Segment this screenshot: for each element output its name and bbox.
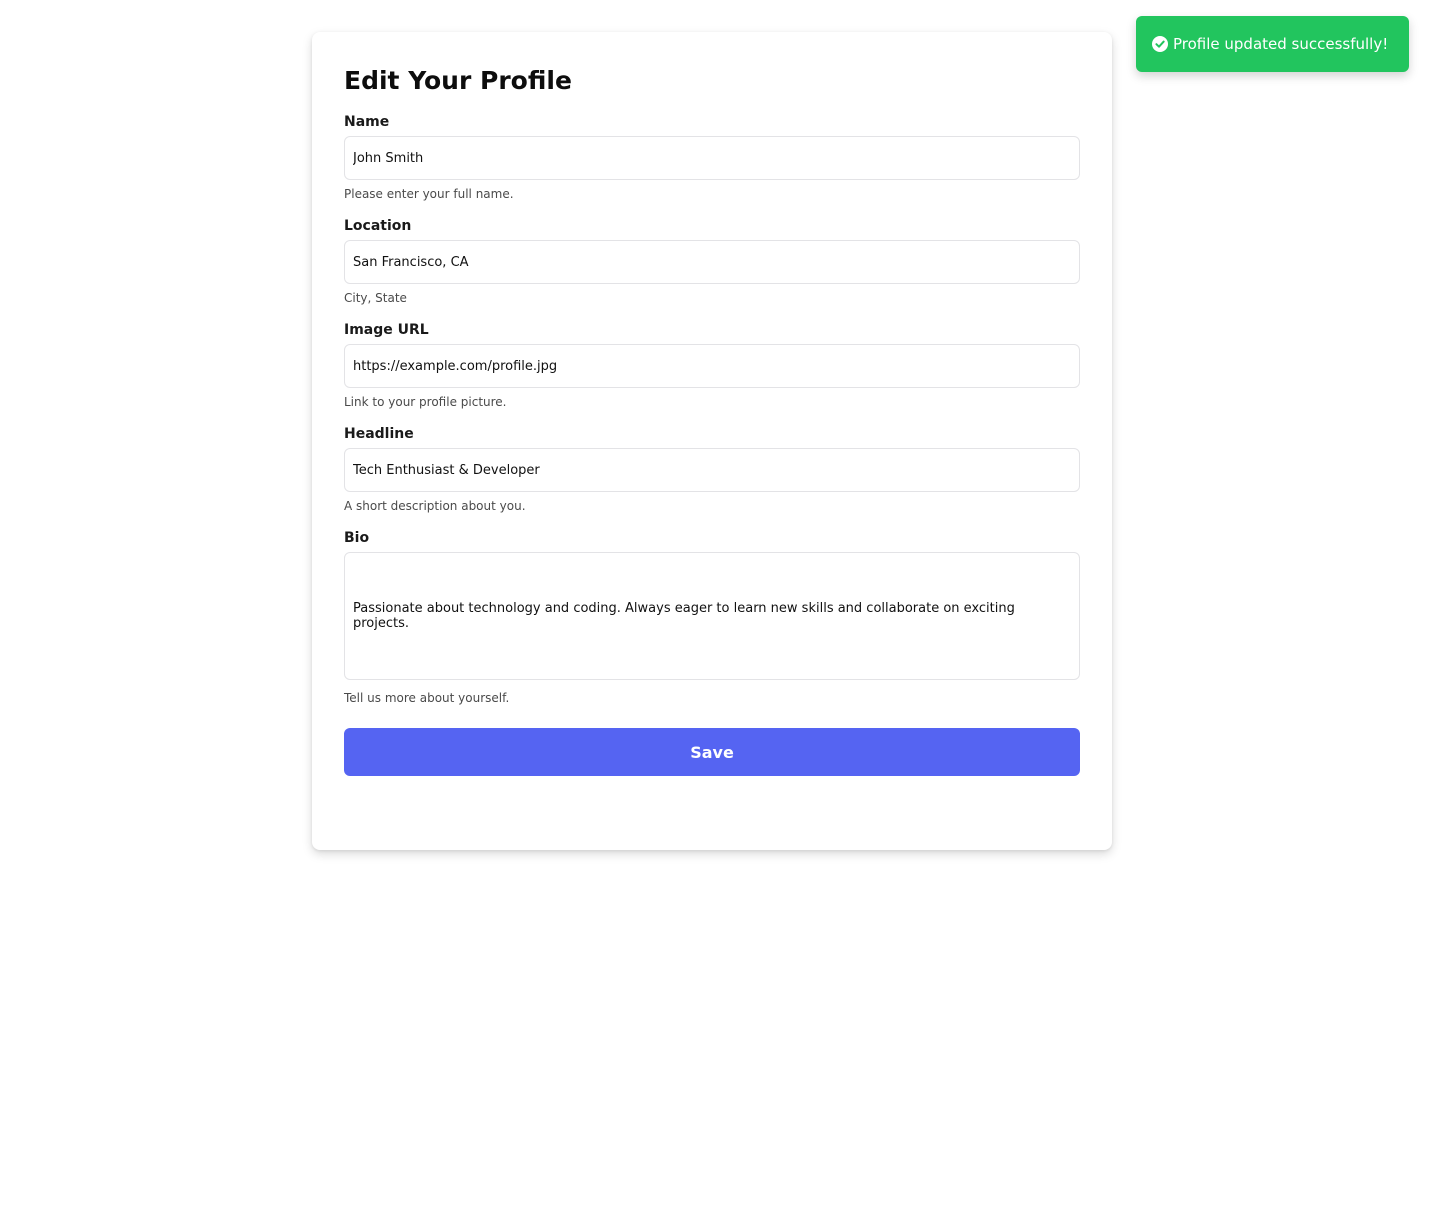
image-url-input[interactable]: [344, 344, 1080, 388]
name-label: Name: [344, 114, 390, 130]
edit-profile-card: Edit Your Profile Name Please enter your…: [312, 32, 1112, 850]
toast-message: Profile updated successfully!: [1173, 35, 1389, 53]
check-circle-icon: [1152, 36, 1168, 52]
name-field-group: Name Please enter your full name.: [344, 112, 1080, 204]
image-url-field-group: Image URL Link to your profile picture.: [344, 320, 1080, 412]
name-help-text: Please enter your full name.: [344, 187, 514, 201]
save-button[interactable]: Save: [344, 728, 1080, 776]
headline-field-group: Headline A short description about you.: [344, 424, 1080, 516]
location-label: Location: [344, 218, 412, 234]
name-input[interactable]: [344, 136, 1080, 180]
bio-textarea[interactable]: Passionate about technology and coding. …: [344, 552, 1080, 680]
bio-label: Bio: [344, 530, 370, 546]
headline-input[interactable]: [344, 448, 1080, 492]
page-title: Edit Your Profile: [344, 66, 572, 95]
location-input[interactable]: [344, 240, 1080, 284]
location-field-group: Location City, State: [344, 216, 1080, 308]
image-url-label: Image URL: [344, 322, 429, 338]
location-help-text: City, State: [344, 291, 407, 305]
bio-text: Passionate about technology and coding. …: [353, 601, 1015, 631]
headline-label: Headline: [344, 426, 414, 442]
bio-help-text: Tell us more about yourself.: [344, 691, 510, 705]
bio-field-group: Bio Passionate about technology and codi…: [344, 528, 1080, 708]
image-url-help-text: Link to your profile picture.: [344, 395, 507, 409]
headline-help-text: A short description about you.: [344, 499, 526, 513]
success-toast: Profile updated successfully!: [1136, 16, 1409, 72]
